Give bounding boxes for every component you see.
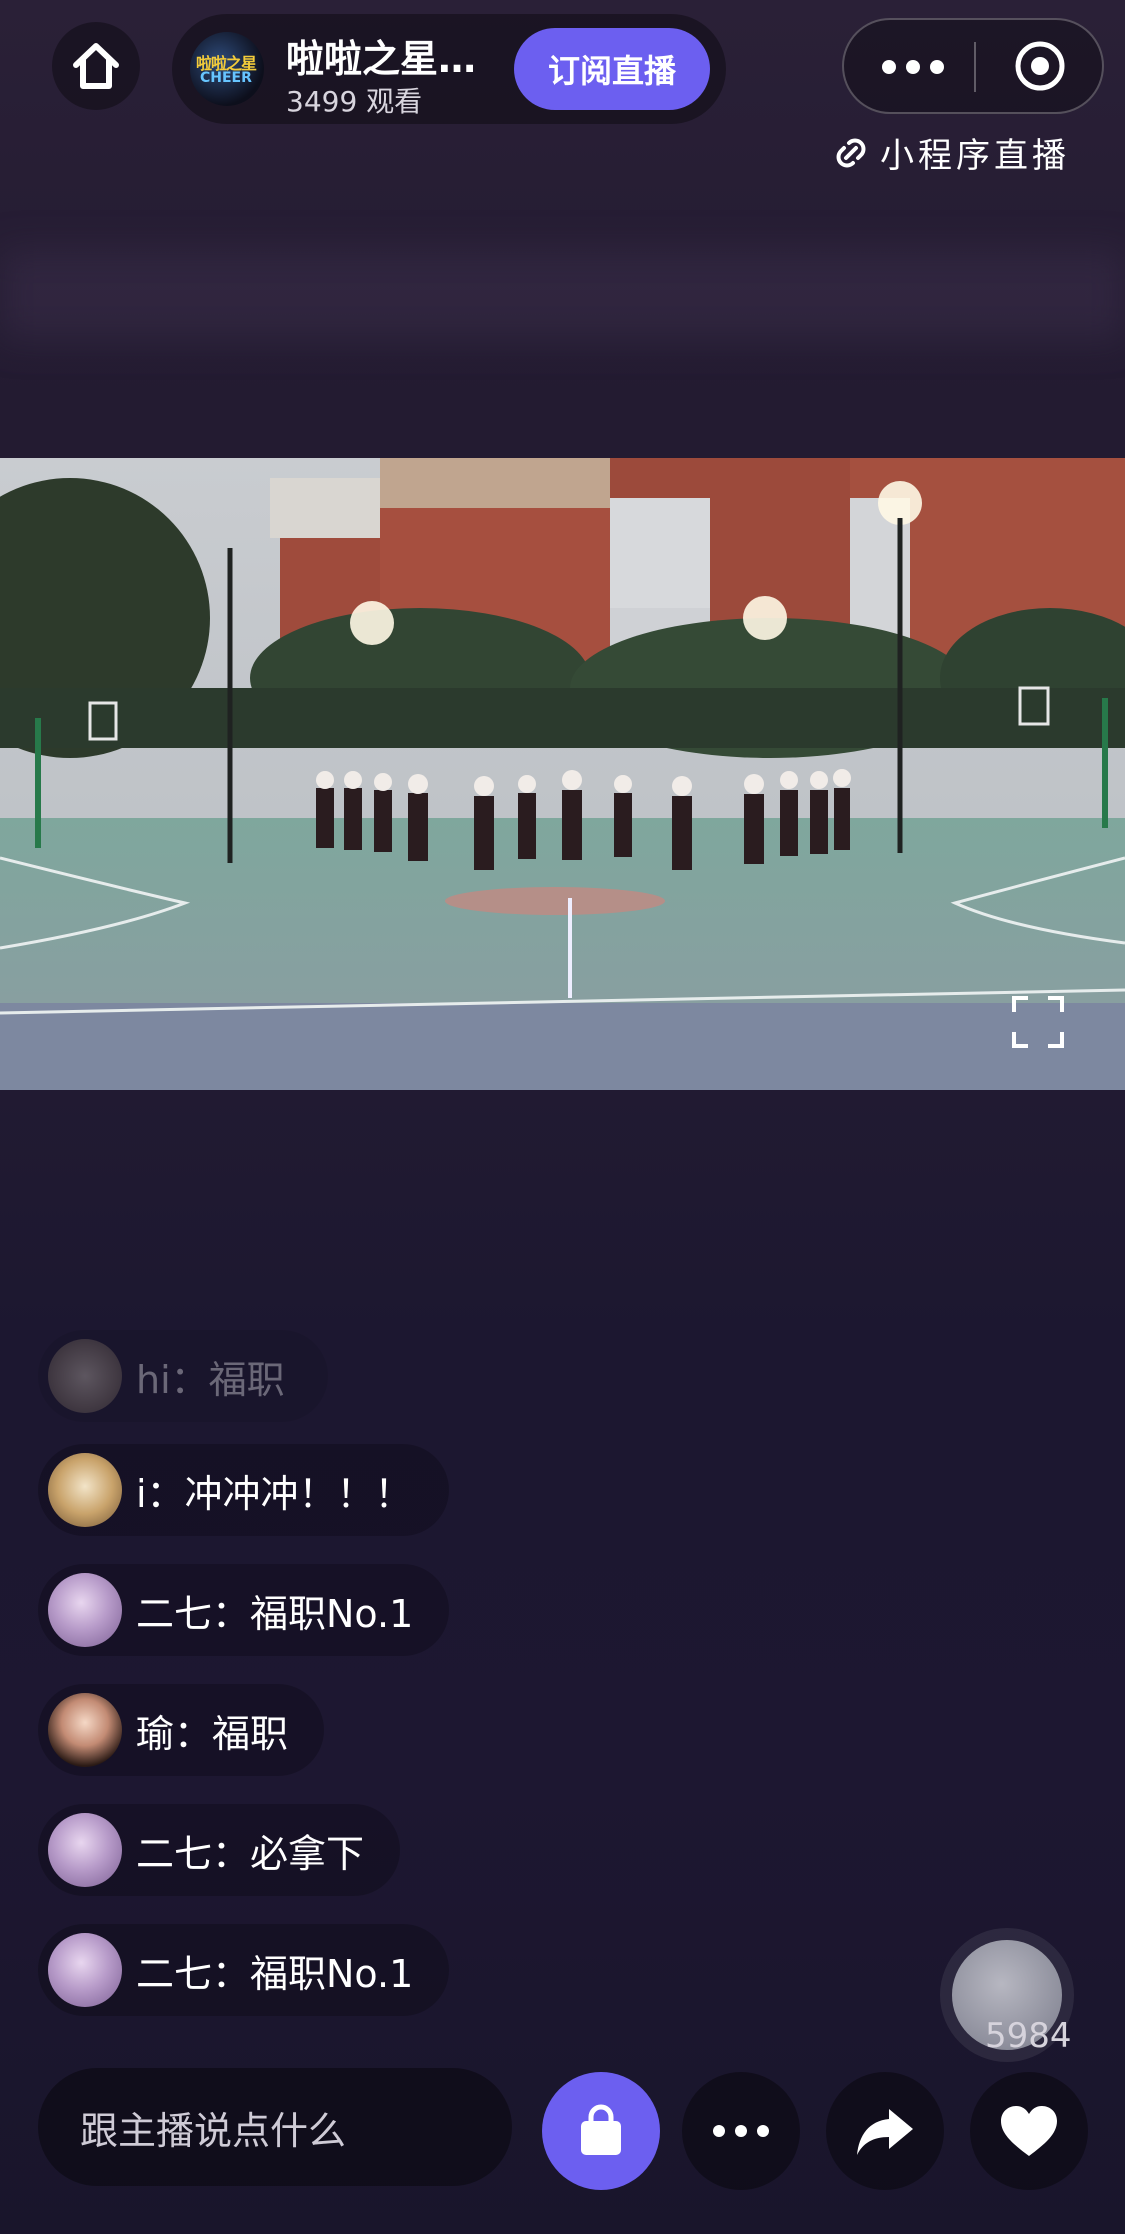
anchor-info[interactable]: 啦啦之星 CHEER 啦啦之星… 3499 观看 订阅直播	[172, 14, 726, 124]
anchor-name: 啦啦之星…	[286, 37, 477, 81]
more-dots-icon[interactable]	[882, 50, 944, 84]
home-button[interactable]	[52, 22, 140, 110]
comment-text: 瑜：福职	[136, 1711, 289, 1756]
comment-item[interactable]: 二七：福职No.1	[38, 1924, 450, 2016]
mini-program-capsule	[842, 18, 1104, 114]
comment-item[interactable]: 二七：福职No.1	[38, 1564, 450, 1656]
viewer-count: 3499 观看	[286, 85, 423, 118]
share-button[interactable]	[826, 2072, 944, 2190]
share-arrow-icon	[857, 2109, 913, 2155]
avatar	[48, 1573, 122, 1647]
background-blur	[0, 250, 1125, 340]
avatar-logo-text: CHEER	[200, 70, 252, 86]
home-icon	[73, 43, 119, 89]
comment-text: 二七：必拿下	[136, 1831, 365, 1876]
subscribe-button[interactable]: 订阅直播	[514, 28, 710, 110]
link-icon	[836, 138, 866, 167]
capsule-divider	[974, 42, 976, 92]
avatar	[48, 1453, 122, 1527]
fullscreen-icon[interactable]	[1010, 994, 1066, 1050]
live-video[interactable]	[0, 458, 1125, 1090]
mini-program-label: 小程序直播	[832, 128, 1070, 177]
comment-item[interactable]: 二七：必拿下	[38, 1804, 401, 1896]
avatar	[48, 1813, 122, 1887]
comment-item[interactable]: hi：福职	[38, 1330, 328, 1422]
avatar	[48, 1933, 122, 2007]
like-button[interactable]	[970, 2072, 1088, 2190]
avatar	[48, 1339, 122, 1413]
comment-text: hi：福职	[136, 1357, 285, 1402]
avatar[interactable]: 啦啦之星 CHEER	[190, 32, 264, 106]
more-button[interactable]	[682, 2072, 800, 2190]
comment-text: 二七：福职No.1	[136, 1591, 414, 1636]
avatar	[48, 1693, 122, 1767]
comment-text: i：冲冲冲！！！	[136, 1471, 413, 1516]
video-frame	[0, 458, 1125, 1090]
shopping-bag-button[interactable]	[542, 2072, 660, 2190]
comment-text: 二七：福职No.1	[136, 1951, 414, 1996]
shopping-bag-icon	[581, 2104, 621, 2155]
comment-item[interactable]: i：冲冲冲！！！	[38, 1444, 449, 1536]
chat-input[interactable]: 跟主播说点什么	[38, 2068, 512, 2186]
close-circle-icon[interactable]	[1014, 40, 1066, 92]
like-count: 5984	[985, 2016, 1072, 2056]
mini-program-text: 小程序直播	[880, 136, 1070, 176]
heart-icon	[1001, 2106, 1057, 2156]
comment-item[interactable]: 瑜：福职	[38, 1684, 325, 1776]
more-dots-icon	[713, 2125, 769, 2137]
